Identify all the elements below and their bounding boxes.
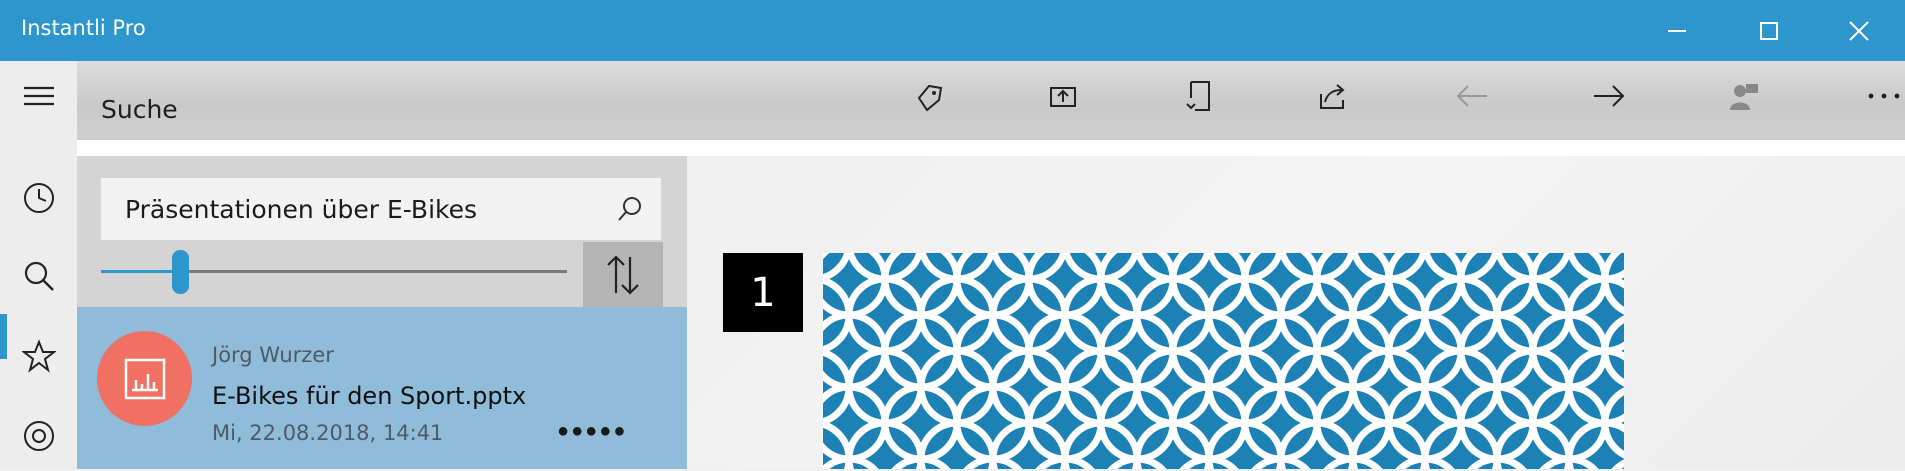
tag-button[interactable] <box>899 74 959 118</box>
sidebar-item-favorites[interactable] <box>0 321 77 391</box>
title-bar: Instantli Pro <box>0 0 1905 61</box>
result-date: Mi, 22.08.2018, 14:41 <box>212 421 444 445</box>
hamburger-menu-button[interactable] <box>0 61 77 131</box>
search-icon <box>24 261 54 291</box>
close-button[interactable] <box>1813 0 1905 61</box>
back-button[interactable] <box>1442 74 1502 118</box>
result-rating: ●●●●● <box>557 420 628 442</box>
relevance-slider[interactable] <box>101 242 567 302</box>
maximize-button[interactable] <box>1723 0 1815 61</box>
target-icon <box>23 421 54 451</box>
clock-icon <box>23 183 54 213</box>
user-button[interactable] <box>1715 74 1775 118</box>
more-icon <box>1868 93 1900 99</box>
back-arrow-icon <box>1456 85 1487 107</box>
close-icon <box>1849 20 1869 41</box>
sidebar-item-search[interactable] <box>0 241 77 311</box>
forward-button[interactable] <box>1579 74 1639 118</box>
navigation-rail <box>0 61 77 469</box>
user-icon <box>1730 84 1758 110</box>
sidebar-item-target[interactable] <box>0 401 77 471</box>
forward-arrow-icon <box>1594 85 1625 107</box>
move-document-button[interactable] <box>1169 74 1229 118</box>
command-bar: Suche <box>77 61 1905 140</box>
tag-icon <box>917 84 943 112</box>
slider-fill <box>101 270 181 273</box>
slider-thumb[interactable] <box>172 250 190 294</box>
search-box <box>101 178 661 240</box>
app-title: Instantli Pro <box>21 16 146 40</box>
search-panel: Jörg Wurzer E-Bikes für den Sport.pptx M… <box>77 156 687 469</box>
presentation-chart-icon <box>124 358 165 399</box>
star-icon <box>21 339 56 373</box>
file-type-avatar <box>97 331 192 426</box>
share-button[interactable] <box>1304 74 1364 118</box>
search-submit-icon[interactable] <box>617 196 643 222</box>
toolbar-divider <box>77 140 1905 156</box>
result-author: Jörg Wurzer <box>212 343 334 367</box>
open-in-icon <box>1050 87 1076 107</box>
sort-button[interactable] <box>583 242 663 308</box>
result-title[interactable]: E-Bikes für den Sport.pptx <box>212 382 526 410</box>
open-in-button[interactable] <box>1033 74 1093 118</box>
more-options-button[interactable] <box>1854 74 1905 118</box>
slide-pattern <box>823 253 1624 469</box>
sidebar-item-recent[interactable] <box>0 163 77 233</box>
result-item[interactable]: Jörg Wurzer E-Bikes für den Sport.pptx M… <box>77 307 687 469</box>
document-move-icon <box>1186 81 1210 111</box>
search-input[interactable] <box>101 178 601 240</box>
maximize-icon <box>1760 21 1778 40</box>
slide-preview[interactable] <box>823 253 1624 469</box>
page-title: Suche <box>101 95 178 124</box>
page-number-badge: 1 <box>723 253 803 332</box>
hamburger-icon <box>23 86 54 106</box>
sort-icon <box>607 255 639 295</box>
minimize-button[interactable] <box>1631 0 1723 61</box>
minimize-icon <box>1668 29 1686 32</box>
share-icon <box>1320 84 1345 109</box>
